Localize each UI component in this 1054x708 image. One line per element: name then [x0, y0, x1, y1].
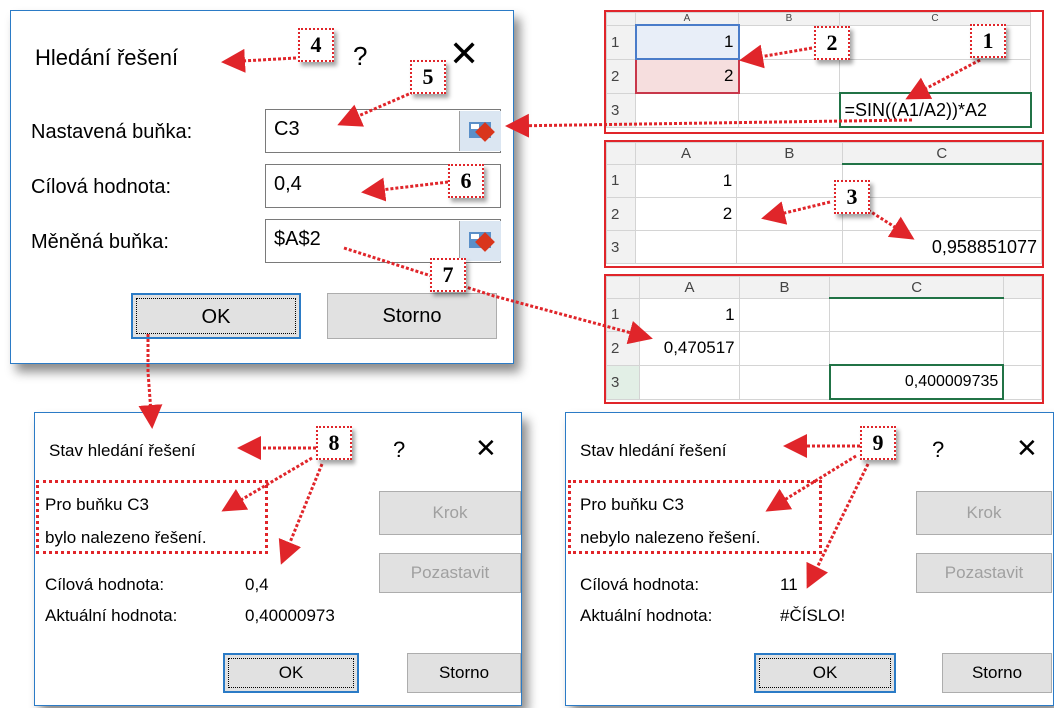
arrow-9b — [765, 454, 857, 512]
arrow-3b — [867, 208, 915, 240]
callout-5: 5 — [410, 60, 446, 94]
arrow-6 — [361, 177, 449, 202]
arrow-1 — [905, 58, 981, 100]
arrow-2 — [739, 44, 813, 69]
callout-4: 4 — [298, 28, 334, 62]
arrow-8b — [221, 456, 313, 512]
arrow-7 — [343, 246, 653, 345]
callout-7: 7 — [430, 258, 466, 292]
annotation-arrows — [138, 44, 981, 589]
callout-1: 1 — [970, 24, 1006, 58]
callout-6: 6 — [448, 164, 484, 198]
arrow-ok-to-status — [138, 334, 163, 429]
callout-9: 9 — [860, 426, 896, 460]
arrow-3a — [761, 200, 831, 225]
arrow-formula-to-setcell — [505, 113, 913, 138]
callout-8: 8 — [316, 426, 352, 460]
arrow-9c — [806, 463, 870, 589]
callout-2: 2 — [814, 26, 850, 60]
arrow-5 — [337, 88, 419, 127]
callout-3: 3 — [834, 180, 870, 214]
arrow-4 — [221, 48, 297, 73]
arrow-8c — [278, 463, 324, 565]
